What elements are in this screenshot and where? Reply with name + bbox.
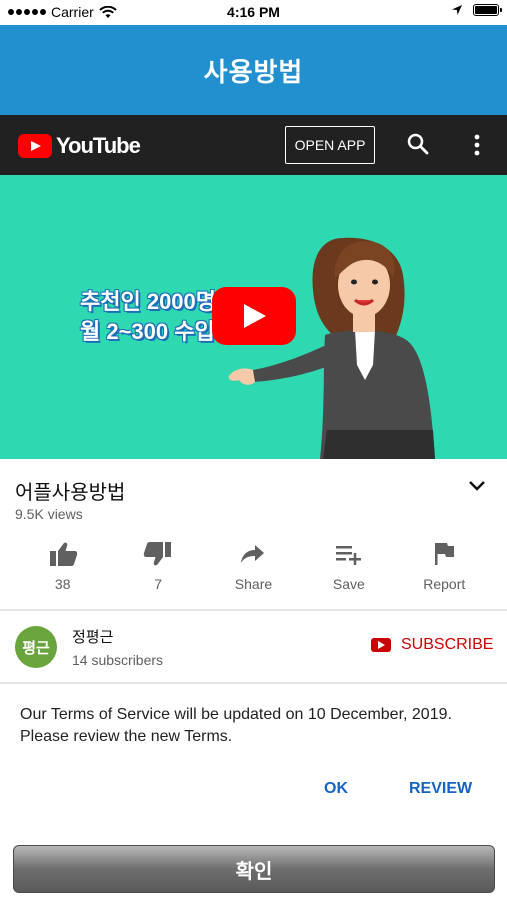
- share-icon: [241, 545, 265, 563]
- open-app-button[interactable]: OPEN APP: [285, 126, 375, 164]
- search-icon[interactable]: [406, 132, 430, 156]
- report-button[interactable]: Report: [397, 540, 492, 600]
- like-button[interactable]: 38: [15, 540, 110, 600]
- video-play-button[interactable]: [212, 287, 296, 345]
- youtube-logo[interactable]: YouTube: [18, 133, 141, 159]
- location-arrow-icon: [452, 5, 462, 15]
- app-header: 사용방법: [0, 25, 507, 115]
- thumbs-down-icon: [143, 542, 172, 566]
- like-count: 38: [54, 576, 71, 592]
- channel-row: 평근 정평근 14 subscribers SUBSCRIBE: [0, 611, 507, 682]
- flag-icon: [435, 543, 455, 565]
- youtube-header: YouTube OPEN APP: [0, 115, 507, 175]
- video-overlay-line1: 추천인 2000명: [80, 289, 217, 314]
- more-vertical-icon[interactable]: [471, 134, 483, 156]
- status-bar: Carrier 4:16 PM: [0, 0, 507, 25]
- battery-icon: [473, 4, 502, 16]
- share-label: Share: [234, 576, 273, 592]
- youtube-mini-icon: [371, 638, 391, 652]
- video-overlay-text: 추천인 2000명 월 2~300 수입: [80, 287, 216, 347]
- report-label: Report: [423, 576, 466, 592]
- dislike-button[interactable]: 7: [110, 540, 205, 600]
- subscriber-count: 14 subscribers: [72, 652, 164, 668]
- status-time: 4:16 PM: [227, 4, 280, 20]
- confirm-button[interactable]: 확인: [13, 845, 495, 893]
- youtube-logo-text: YouTube: [56, 133, 141, 158]
- divider: [0, 682, 507, 684]
- channel-name[interactable]: 정평근: [72, 626, 113, 647]
- page-title: 사용방법: [203, 56, 304, 87]
- save-button[interactable]: Save: [301, 540, 396, 600]
- video-actions: 38 7 Share Save Report: [15, 540, 492, 600]
- youtube-play-logo-icon: [18, 134, 52, 158]
- view-count: 9.5K views: [15, 506, 83, 522]
- dislike-count: 7: [154, 576, 162, 592]
- thumbs-up-icon: [49, 542, 77, 566]
- status-right: [451, 4, 502, 16]
- subscribe-label: SUBSCRIBE: [401, 636, 494, 653]
- video-overlay-line2: 월 2~300 수입: [80, 319, 215, 344]
- share-button[interactable]: Share: [206, 540, 301, 600]
- video-title: 어플사용방법: [15, 482, 126, 504]
- save-playlist-icon: [335, 546, 361, 565]
- ok-button[interactable]: OK: [324, 780, 348, 798]
- chevron-down-icon[interactable]: [468, 480, 486, 492]
- subscribe-button[interactable]: SUBSCRIBE: [371, 636, 493, 654]
- review-button[interactable]: REVIEW: [409, 780, 472, 798]
- video-player[interactable]: 추천인 2000명 월 2~300 수입: [0, 175, 507, 459]
- save-label: Save: [332, 576, 365, 592]
- terms-message: Our Terms of Service will be updated on …: [20, 706, 452, 745]
- avatar[interactable]: 평근: [15, 626, 57, 668]
